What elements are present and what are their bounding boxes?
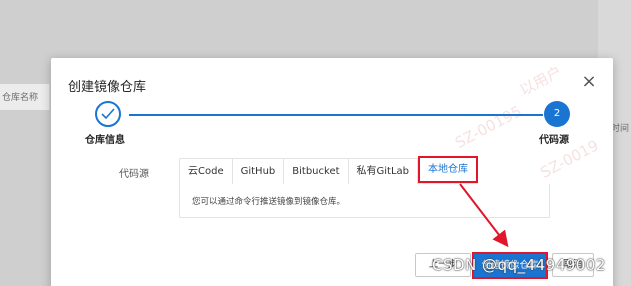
background-time-label: 时间 [611,124,630,134]
step-1-label: 仓库信息 [85,135,125,146]
step-2-label: 代码源 [539,135,569,146]
check-icon [101,108,115,120]
close-icon[interactable]: × [579,72,599,92]
tab-bitbucket[interactable]: Bitbucket [284,158,349,184]
tab-github[interactable]: GitHub [232,158,285,184]
tab-yuncode[interactable]: 云Code [179,158,233,184]
source-tabs: 云Code GitHub Bitbucket 私有GitLab 本地仓库 [179,156,479,184]
create-mirror-repo-dialog: 创建镜像仓库 × 仓库信息 2 代码源 代码源 云Code GitHub Bit… [51,58,613,286]
step-2-indicator: 2 [544,101,570,127]
tab-private-gitlab[interactable]: 私有GitLab [348,158,419,184]
dialog-title: 创建镜像仓库 [68,80,147,95]
panel-description: 您可以通过命令行推送镜像到镜像仓库。 [192,197,346,207]
step-progress-line [129,114,543,116]
csdn-watermark: CSDN @qq_44949002 [432,256,606,274]
source-field-label: 代码源 [119,169,149,180]
tab-local-repo[interactable]: 本地仓库 [418,156,479,183]
tab-panel: 您可以通过命令行推送镜像到镜像仓库。 [179,184,550,218]
step-1-indicator [95,101,121,127]
background-column-label: 仓库名称 [2,93,39,103]
